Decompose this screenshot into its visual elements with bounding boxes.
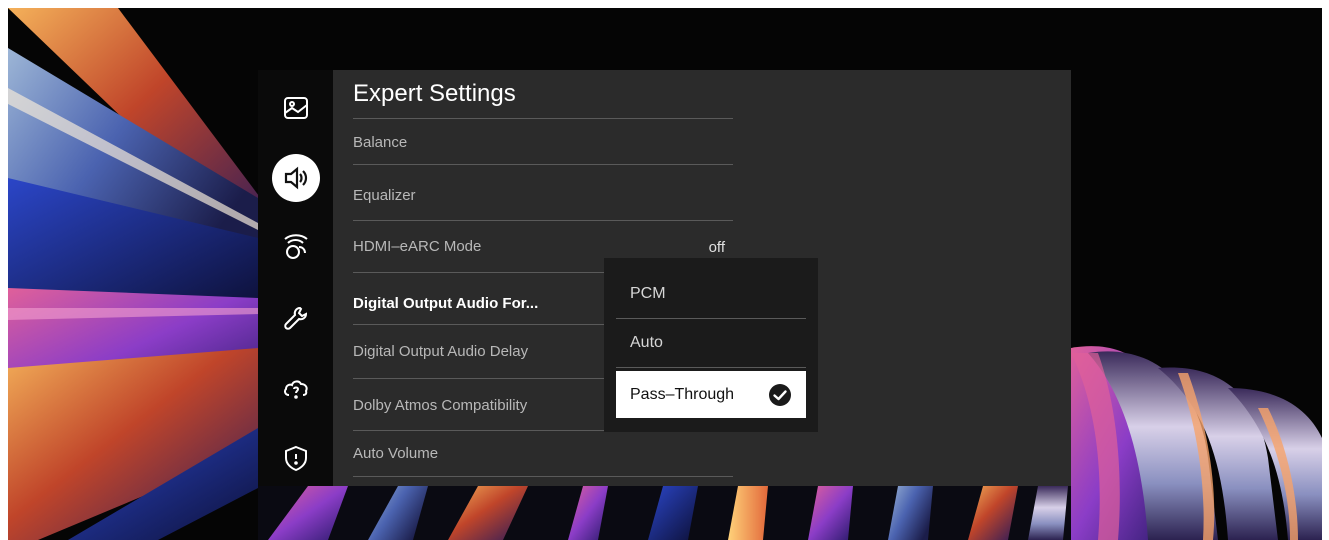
option-label: Auto — [630, 334, 663, 351]
option-auto[interactable]: Auto — [616, 319, 806, 368]
option-label: PCM — [630, 285, 666, 302]
picture-icon — [284, 97, 308, 119]
menu-item-label: Equalizer — [353, 187, 416, 204]
tv-screen: Expert Settings Balance Equalizer HDMI–e… — [8, 8, 1322, 540]
menu-item-label: Balance — [353, 134, 408, 151]
shield-icon — [285, 445, 307, 472]
sidebar-item-sound[interactable] — [272, 154, 320, 202]
sidebar-item-picture[interactable] — [272, 84, 320, 132]
option-pass-through[interactable]: Pass–Through — [616, 371, 806, 418]
network-icon — [284, 234, 308, 259]
cloud-help-icon — [284, 380, 308, 399]
menu-item-label: Digital Output Audio For... — [353, 295, 539, 312]
sidebar-item-security[interactable] — [272, 434, 320, 482]
menu-item-label: Digital Output Audio Delay — [353, 343, 529, 360]
sidebar-item-support[interactable] — [272, 294, 320, 342]
option-label: Pass–Through — [630, 386, 735, 403]
sidebar-item-cloud-help[interactable] — [272, 364, 320, 412]
sidebar-item-network[interactable] — [272, 224, 320, 272]
menu-item-equalizer[interactable]: Equalizer — [353, 164, 733, 221]
menu-item-auto-volume[interactable]: Auto Volume — [353, 430, 733, 477]
menu-item-label: Dolby Atmos Compatibility — [353, 397, 528, 414]
wrench-icon — [284, 306, 308, 330]
menu-item-balance[interactable]: Balance — [353, 118, 733, 165]
menu-item-label: HDMI–eARC Mode — [353, 238, 482, 255]
settings-sidebar — [258, 70, 333, 486]
page-title: Expert Settings — [353, 80, 516, 107]
option-pcm[interactable]: PCM — [616, 270, 806, 319]
menu-item-label: Auto Volume — [353, 445, 439, 462]
menu-item-value: off — [708, 239, 725, 256]
audio-format-dropdown: PCM Auto Pass–Through — [604, 258, 818, 432]
check-circle-icon — [769, 384, 791, 406]
sound-icon — [284, 166, 308, 190]
